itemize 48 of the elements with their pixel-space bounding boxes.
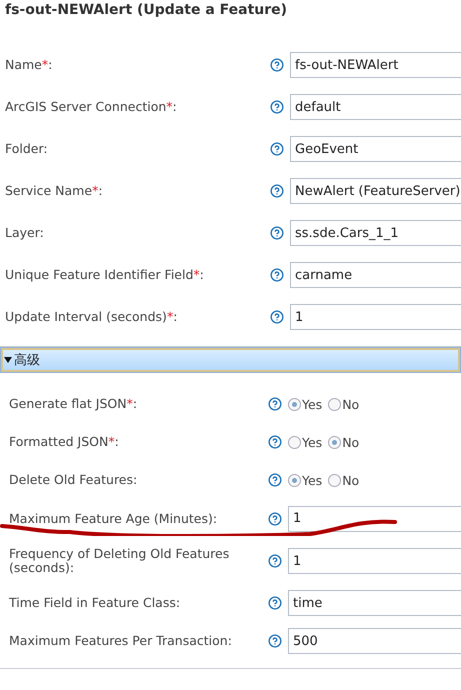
help-icon[interactable] xyxy=(268,473,282,487)
text-field[interactable]: carname xyxy=(290,262,461,288)
help-icon[interactable] xyxy=(270,226,284,240)
text-field[interactable]: 500 xyxy=(288,628,461,654)
help-icon[interactable] xyxy=(268,634,282,648)
text-field[interactable]: fs-out-NEWAlert xyxy=(290,52,461,78)
help-icon[interactable] xyxy=(268,512,282,526)
help-icon[interactable] xyxy=(268,397,282,411)
text-field[interactable]: ss.sde.Cars_1_1 xyxy=(290,220,461,246)
caret-icon xyxy=(4,357,12,363)
help-icon[interactable] xyxy=(270,142,284,156)
help-icon[interactable] xyxy=(268,435,282,449)
text-field[interactable]: time xyxy=(288,590,461,616)
radio-option[interactable]: Yes xyxy=(288,434,322,450)
field-label: Folder: xyxy=(5,142,49,156)
field-label: Service Name*: xyxy=(5,184,104,198)
field-label: Generate flat JSON*: xyxy=(9,397,138,411)
field-label: ArcGIS Server Connection*: xyxy=(5,100,178,114)
section-header[interactable]: 高级 xyxy=(0,347,461,373)
field-label: Maximum Feature Age (Minutes): xyxy=(9,512,218,526)
help-icon[interactable] xyxy=(268,554,282,568)
field-label: Layer: xyxy=(5,226,45,240)
field-label: Formatted JSON*: xyxy=(9,435,120,449)
help-icon[interactable] xyxy=(270,268,284,282)
radio-option[interactable]: No xyxy=(328,434,360,450)
help-icon[interactable] xyxy=(270,58,284,72)
field-label: Unique Feature Identifier Field*: xyxy=(5,268,205,282)
field-label: Maximum Features Per Transaction: xyxy=(9,634,233,648)
radio-option[interactable]: No xyxy=(328,396,360,412)
radio-option[interactable]: No xyxy=(328,472,360,488)
window-title: fs-out-NEWAlert (Update a Feature) xyxy=(4,1,288,20)
help-icon[interactable] xyxy=(268,596,282,610)
field-label: Name*: xyxy=(5,58,54,72)
help-icon[interactable] xyxy=(270,310,284,324)
field-label: Frequency of Deleting Old Features (seconds): xyxy=(9,547,230,575)
help-icon[interactable] xyxy=(270,184,284,198)
field-label: Delete Old Features: xyxy=(9,473,138,487)
field-label: Time Field in Feature Class: xyxy=(9,596,182,610)
text-field[interactable]: 1 xyxy=(288,506,461,532)
field-label: Update Interval (seconds)*: xyxy=(5,310,178,324)
text-field[interactable]: default xyxy=(290,94,461,120)
help-icon[interactable] xyxy=(270,100,284,114)
text-field[interactable]: 1 xyxy=(288,548,461,574)
radio-option[interactable]: Yes xyxy=(288,472,322,488)
text-field[interactable]: NewAlert (FeatureServer) xyxy=(290,178,461,204)
radio-option[interactable]: Yes xyxy=(288,396,322,412)
text-field[interactable]: 1 xyxy=(290,304,461,330)
text-field[interactable]: GeoEvent xyxy=(290,136,461,162)
